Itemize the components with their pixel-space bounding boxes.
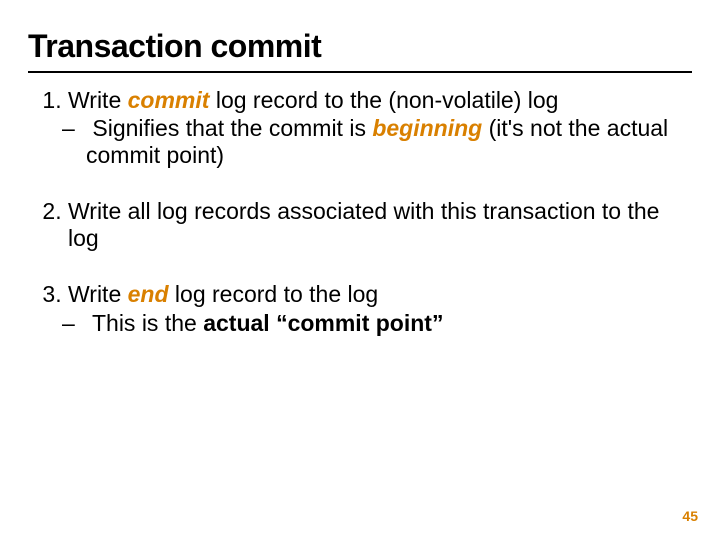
item-1-post: log record to the (non-volatile) log	[209, 87, 558, 113]
page-number: 45	[682, 508, 698, 524]
title-rule	[28, 71, 692, 73]
item-3-sub-1: This is the actual “commit point”	[86, 310, 692, 336]
item-3-keyword: end	[128, 281, 169, 307]
slide: Transaction commit Write commit log reco…	[0, 0, 720, 540]
item-2: Write all log records associated with th…	[68, 198, 692, 251]
item-3: Write end log record to the log This is …	[68, 281, 692, 336]
item-1-sub-1: Signifies that the commit is beginning (…	[86, 115, 692, 168]
item-1: Write commit log record to the (non-vola…	[68, 87, 692, 168]
item-1-pre: Write	[68, 87, 128, 113]
item-1-sub: Signifies that the commit is beginning (…	[68, 115, 692, 168]
item-2-text: Write all log records associated with th…	[68, 198, 659, 250]
item-3-sub: This is the actual “commit point”	[68, 310, 692, 336]
item-3-pre: Write	[68, 281, 128, 307]
item-3-sub-bold: actual “commit point”	[203, 310, 443, 336]
main-list: Write commit log record to the (non-vola…	[28, 87, 692, 336]
item-1-keyword: commit	[128, 87, 210, 113]
item-3-post: log record to the log	[169, 281, 379, 307]
item-1-sub-pre: Signifies that the commit is	[92, 115, 372, 141]
item-1-sub-keyword: beginning	[372, 115, 482, 141]
slide-title: Transaction commit	[28, 28, 692, 65]
item-3-sub-pre: This is the	[92, 310, 203, 336]
